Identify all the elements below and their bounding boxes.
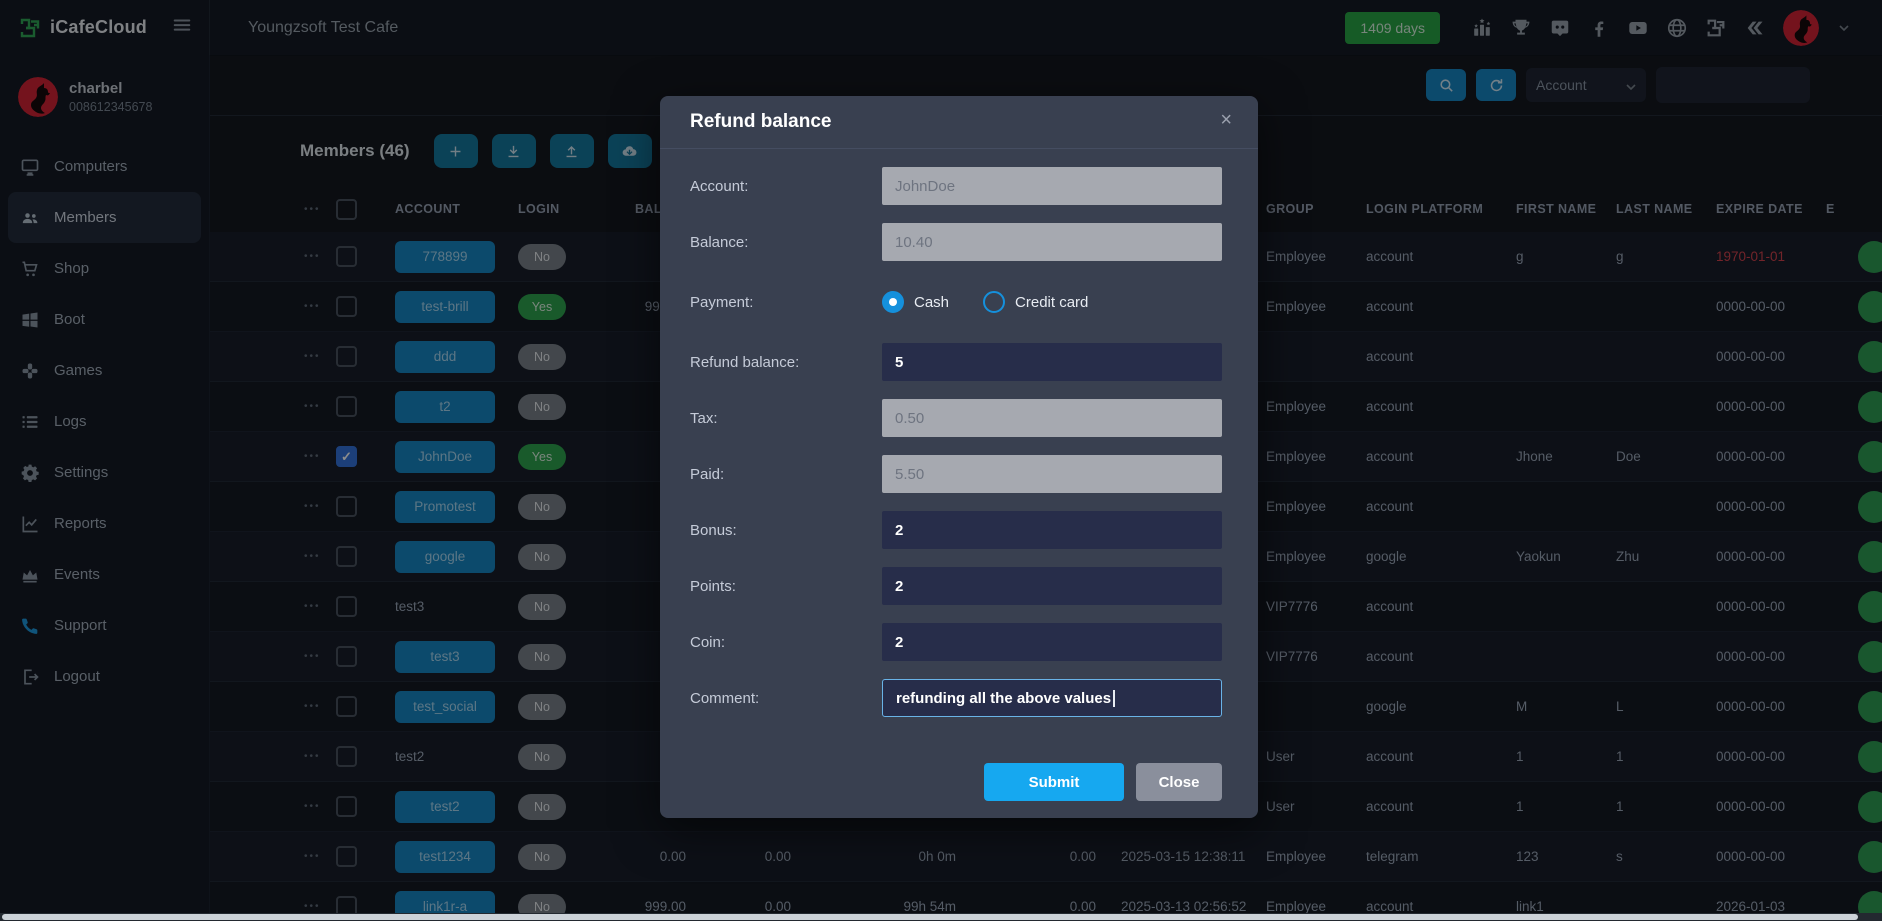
credit-card-radio-label: Credit card — [1015, 293, 1089, 311]
tax-input: 0.50 — [882, 399, 1222, 437]
cash-radio-label: Cash — [914, 293, 950, 311]
app-window: iCafeCloud Youngzsoft Test Cafe 1409 day… — [0, 0, 1882, 921]
coin-label: Coin: — [690, 633, 726, 651]
tax-label: Tax: — [690, 409, 718, 427]
points-input[interactable]: 2 — [882, 567, 1222, 605]
radio-selected-icon — [882, 291, 904, 313]
balance-input: 10.40 — [882, 223, 1222, 261]
cash-radio[interactable]: Cash — [882, 291, 949, 313]
scrollbar-thumb[interactable] — [2, 914, 1858, 920]
account-input: JohnDoe — [882, 167, 1222, 205]
text-caret — [1113, 689, 1115, 707]
account-label: Account: — [690, 177, 749, 195]
modal-body: Account: JohnDoe Balance: 10.40 Payment:… — [660, 149, 1258, 801]
payment-label: Payment: — [690, 293, 754, 311]
bonus-label: Bonus: — [690, 521, 737, 539]
credit-card-radio[interactable]: Credit card — [983, 291, 1088, 313]
points-label: Points: — [690, 577, 736, 595]
comment-input[interactable]: refunding all the above values — [882, 679, 1222, 717]
modal-title: Refund balance — [690, 111, 832, 132]
close-button[interactable]: Close — [1136, 763, 1222, 801]
modal-header: Refund balance × — [660, 96, 1258, 149]
comment-label: Comment: — [690, 689, 760, 707]
paid-label: Paid: — [690, 465, 725, 483]
bonus-input[interactable]: 2 — [882, 511, 1222, 549]
paid-input: 5.50 — [882, 455, 1222, 493]
submit-button[interactable]: Submit — [984, 763, 1124, 801]
refund-balance-input[interactable]: 5 — [882, 343, 1222, 381]
refund-balance-modal: Refund balance × Account: JohnDoe Balanc… — [660, 96, 1258, 818]
balance-label: Balance: — [690, 233, 749, 251]
radio-unselected-icon — [983, 291, 1006, 313]
coin-input[interactable]: 2 — [882, 623, 1222, 661]
refund-balance-label: Refund balance: — [690, 353, 800, 371]
close-icon[interactable]: × — [1220, 110, 1232, 130]
comment-value: refunding all the above values — [896, 689, 1112, 707]
payment-options: Cash Credit card — [882, 291, 1088, 313]
horizontal-scrollbar — [0, 913, 1882, 921]
